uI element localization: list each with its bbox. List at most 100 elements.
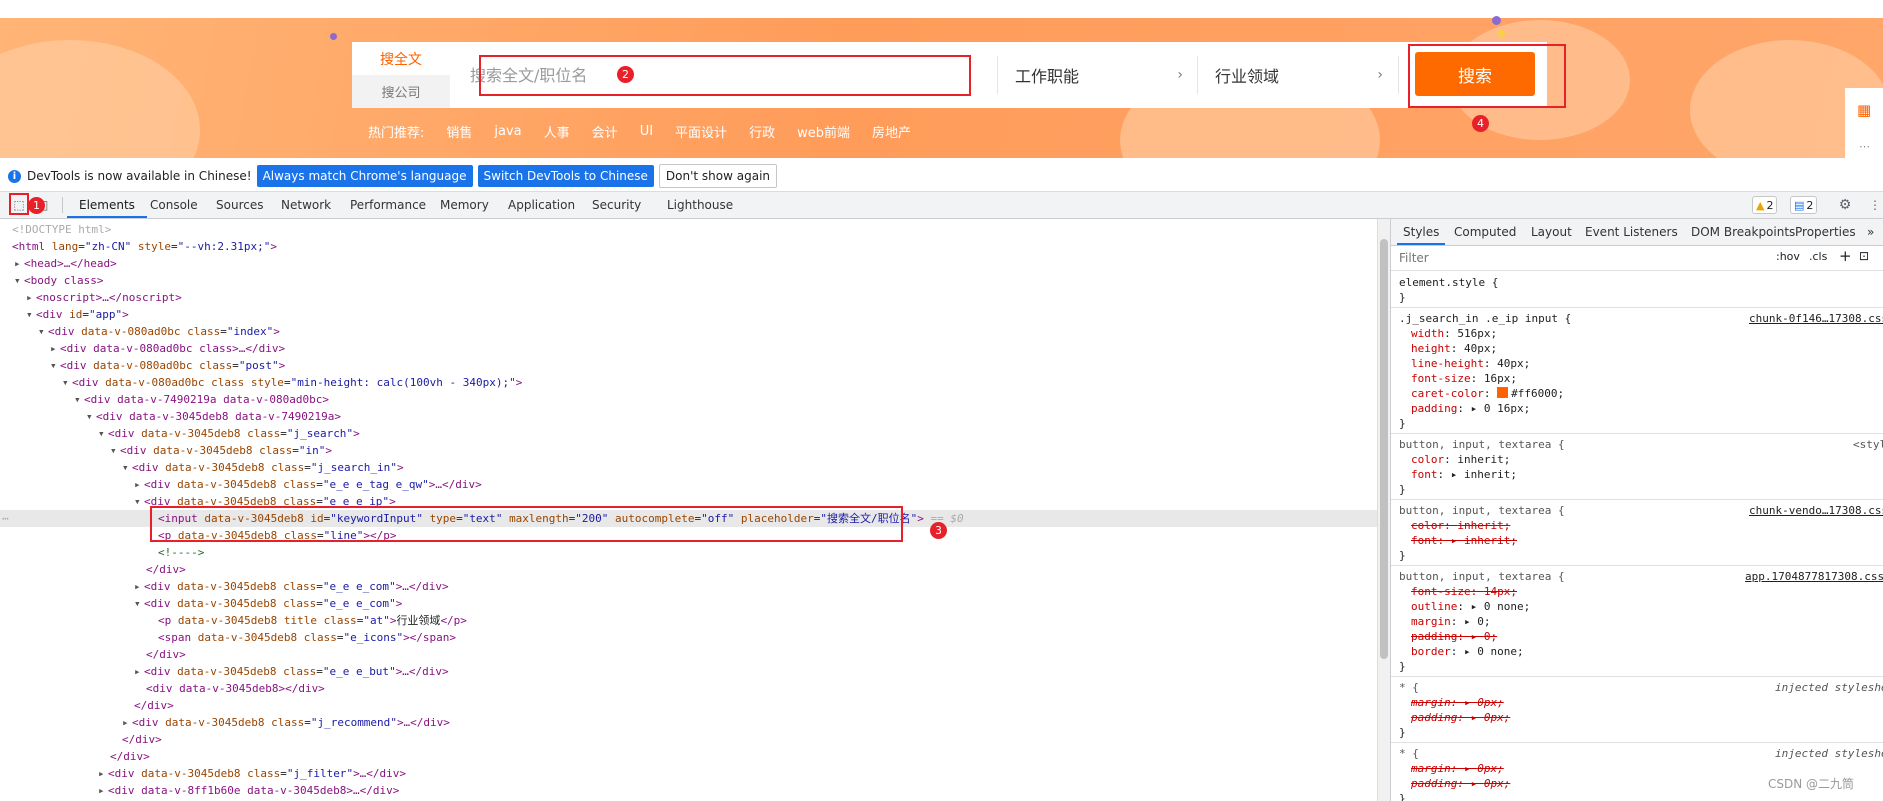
style-prop-overridden[interactable]: font: ▸ inherit; — [1411, 533, 1517, 548]
style-prop-overridden[interactable]: font-size: 14px; — [1411, 584, 1517, 599]
collapse-triangle-icon[interactable]: ▾ — [14, 272, 24, 289]
dom-node[interactable]: <span data-v-3045deb8 class="e_icons"></… — [158, 629, 456, 646]
tab-search-fulltext[interactable]: 搜全文 — [352, 42, 450, 75]
style-prop[interactable]: border: ▸ 0 none; — [1411, 644, 1524, 659]
tab-layout[interactable]: Layout — [1531, 219, 1572, 245]
style-prop-overridden[interactable]: margin: ▸ 0px; — [1411, 695, 1504, 710]
collapse-triangle-icon[interactable]: ▾ — [62, 374, 72, 391]
style-prop[interactable]: outline: ▸ 0 none; — [1411, 599, 1530, 614]
rule-selector[interactable]: button, input, textarea { — [1399, 569, 1565, 584]
style-prop[interactable]: line-height: 40px; — [1411, 356, 1530, 371]
dom-node[interactable]: ▾ <div data-v-7490219a data-v-080ad0bc> — [74, 391, 329, 408]
dom-node[interactable]: ▸ <noscript>…</noscript> — [26, 289, 182, 306]
hot-item[interactable]: java — [494, 124, 521, 139]
dom-node[interactable]: ▾ <div data-v-080ad0bc class="post"> — [50, 357, 285, 374]
more-tabs-icon[interactable]: » — [1867, 219, 1874, 245]
tab-network[interactable]: Network — [281, 192, 331, 218]
tab-memory[interactable]: Memory — [440, 192, 489, 218]
rule-source-link[interactable]: chunk-vendo…17308.css — [1749, 503, 1883, 518]
rule-selector[interactable]: .j_search_in .e_ip input { — [1399, 311, 1571, 326]
style-prop-overridden[interactable]: padding: ▸ 0px; — [1411, 776, 1510, 791]
collapse-triangle-icon[interactable]: ▾ — [26, 306, 36, 323]
style-prop[interactable]: caret-color: #ff6000; — [1411, 386, 1564, 401]
dom-node[interactable]: ▾ <div data-v-3045deb8 class="j_search_in… — [122, 459, 404, 476]
expand-triangle-icon[interactable]: ▸ — [134, 476, 144, 493]
dom-node[interactable]: ▸ <div data-v-3045deb8 class="e_e e_com">… — [134, 578, 449, 595]
gear-icon[interactable]: ⚙ — [1838, 198, 1852, 212]
style-prop[interactable]: margin: ▸ 0; — [1411, 614, 1491, 629]
dom-node[interactable]: <div data-v-3045deb8></div> — [146, 680, 325, 697]
hot-item[interactable]: 房地产 — [872, 122, 911, 141]
dom-node[interactable]: </div> — [146, 646, 186, 663]
tab-styles[interactable]: Styles — [1397, 219, 1446, 245]
rule-selector[interactable]: * { — [1399, 746, 1419, 761]
expand-triangle-icon[interactable]: ▸ — [134, 663, 144, 680]
expand-triangle-icon[interactable]: ▸ — [134, 578, 144, 595]
dom-node[interactable]: ▸ <div data-v-8ff1b60e data-v-3045deb8>…<… — [98, 782, 399, 799]
expand-triangle-icon[interactable]: ▸ — [26, 289, 36, 306]
rule-source-link[interactable]: chunk-0f146…17308.css — [1749, 311, 1883, 326]
dom-node[interactable]: </div> — [122, 731, 162, 748]
hot-item[interactable]: 销售 — [446, 122, 472, 141]
add-rule-icon[interactable]: + — [1839, 247, 1852, 265]
style-prop-overridden[interactable]: color: inherit; — [1411, 518, 1510, 533]
expand-triangle-icon[interactable]: ▸ — [122, 714, 132, 731]
hot-item[interactable]: 会计 — [592, 122, 618, 141]
function-select[interactable]: 工作职能 › — [1015, 42, 1195, 108]
rule-selector[interactable]: * { — [1399, 680, 1419, 695]
dom-node[interactable]: ▸ <div data-v-3045deb8 class="j_filter">…… — [98, 765, 406, 782]
collapse-triangle-icon[interactable]: ▾ — [122, 459, 132, 476]
tab-security[interactable]: Security — [592, 192, 641, 218]
dom-node[interactable]: <html lang="zh-CN" style="--vh:2.31px;"> — [12, 238, 277, 255]
expand-triangle-icon[interactable]: ▸ — [14, 255, 24, 272]
hov-toggle[interactable]: :hov — [1776, 250, 1800, 263]
dom-node[interactable]: ▾ <div data-v-3045deb8 class="e_e e_com"> — [134, 595, 402, 612]
industry-select[interactable]: 行业领域 › — [1215, 42, 1395, 108]
rule-source[interactable]: <style> — [1853, 437, 1883, 452]
style-prop[interactable]: color: inherit; — [1411, 452, 1510, 467]
dom-node[interactable]: </div> — [146, 561, 186, 578]
dom-node[interactable]: </div> — [134, 697, 174, 714]
style-prop[interactable]: font: ▸ inherit; — [1411, 467, 1517, 482]
tab-lighthouse[interactable]: Lighthouse — [667, 192, 733, 218]
cls-toggle[interactable]: .cls — [1809, 250, 1827, 263]
hot-item[interactable]: 平面设计 — [675, 122, 727, 141]
dom-node[interactable]: ▾ <div data-v-080ad0bc class style="min-h… — [62, 374, 522, 391]
tab-event-listeners[interactable]: Event Listeners — [1585, 219, 1678, 245]
dom-node[interactable]: ▾ <body class> — [14, 272, 103, 289]
scroll-thumb[interactable] — [1380, 239, 1388, 659]
dom-node[interactable]: <!----> — [158, 544, 204, 561]
match-language-button[interactable]: Always match Chrome's language — [256, 165, 473, 187]
collapse-triangle-icon[interactable]: ▾ — [98, 425, 108, 442]
styles-filter-input[interactable] — [1397, 249, 1701, 267]
collapse-triangle-icon[interactable]: ▾ — [134, 493, 144, 510]
expand-triangle-icon[interactable]: ▸ — [50, 340, 60, 357]
tab-search-company[interactable]: 搜公司 — [352, 75, 450, 108]
dom-node[interactable]: ▾ <div data-v-3045deb8 data-v-7490219a> — [86, 408, 341, 425]
hot-item[interactable]: 人事 — [544, 122, 570, 141]
more-options-icon[interactable]: ⋮ — [1868, 198, 1882, 212]
hot-item[interactable]: 行政 — [749, 122, 775, 141]
dom-node[interactable]: </div> — [110, 748, 150, 765]
tab-properties[interactable]: Properties — [1795, 219, 1856, 245]
dont-show-again-button[interactable]: Don't show again — [658, 164, 778, 188]
warnings-badge[interactable]: ▲ 2 — [1752, 196, 1778, 214]
collapse-triangle-icon[interactable]: ▾ — [74, 391, 84, 408]
dom-node[interactable]: ▸ <div data-v-3045deb8 class="e_e e_tag e… — [134, 476, 482, 493]
dom-node[interactable]: ▸ <div data-v-3045deb8 class="j_recommend… — [122, 714, 450, 731]
messages-badge[interactable]: ▤ 2 — [1790, 196, 1818, 214]
rule-source-link[interactable]: app.1704877817308.css — [1745, 569, 1883, 584]
rule-selector[interactable]: button, input, textarea { — [1399, 437, 1565, 452]
hot-item[interactable]: UI — [640, 124, 653, 139]
style-prop-overridden[interactable]: padding: ▸ 0; — [1411, 629, 1497, 644]
dom-node[interactable]: <p data-v-3045deb8 title class="at">行业领域… — [158, 612, 467, 629]
switch-chinese-button[interactable]: Switch DevTools to Chinese — [477, 165, 654, 187]
collapse-triangle-icon[interactable]: ▾ — [38, 323, 48, 340]
tab-dom-breakpoints[interactable]: DOM Breakpoints — [1691, 219, 1795, 245]
expand-triangle-icon[interactable]: ▸ — [98, 765, 108, 782]
collapse-triangle-icon[interactable]: ▾ — [110, 442, 120, 459]
dom-node[interactable]: ▾ <div data-v-3045deb8 class="j_search"> — [98, 425, 360, 442]
collapse-triangle-icon[interactable]: ▾ — [50, 357, 60, 374]
qr-sidebar[interactable]: ▦ ⋯ — [1845, 88, 1883, 158]
tab-performance[interactable]: Performance — [350, 192, 426, 218]
